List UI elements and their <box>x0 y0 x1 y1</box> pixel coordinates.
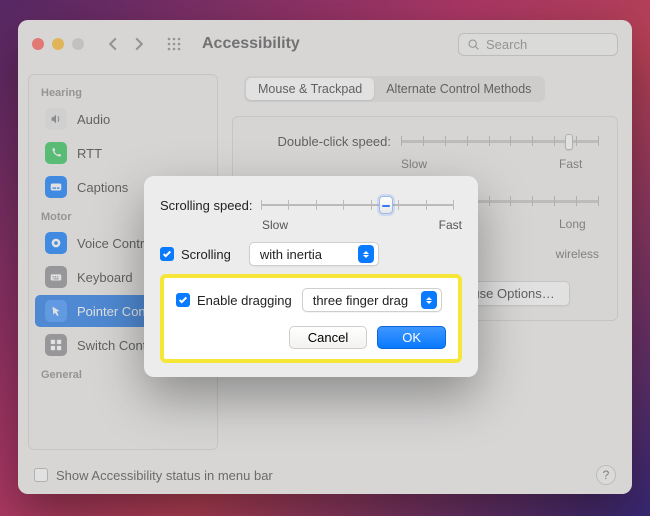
tab-mouse-trackpad[interactable]: Mouse & Trackpad <box>246 78 374 100</box>
sidebar-item-label: Keyboard <box>77 270 133 285</box>
back-button[interactable] <box>106 37 120 51</box>
scrolling-mode-select[interactable]: with inertia <box>249 242 379 266</box>
sidebar-section-hearing: Hearing <box>29 81 217 101</box>
scrolling-checkbox[interactable] <box>160 247 174 261</box>
status-menubar-label: Show Accessibility status in menu bar <box>56 468 273 483</box>
phone-icon <box>45 142 67 164</box>
long-label: Long <box>559 217 599 231</box>
zoom-window-icon[interactable] <box>72 38 84 50</box>
ok-button[interactable]: OK <box>377 326 446 349</box>
close-window-icon[interactable] <box>32 38 44 50</box>
voice-icon <box>45 232 67 254</box>
highlighted-area: Enable dragging three finger drag Cancel… <box>160 274 462 363</box>
sidebar-item-rtt[interactable]: RTT <box>35 137 211 169</box>
forward-button[interactable] <box>132 37 146 51</box>
help-button[interactable]: ? <box>596 465 616 485</box>
cancel-button[interactable]: Cancel <box>289 326 367 349</box>
window-title: Accessibility <box>202 35 300 53</box>
enable-dragging-checkbox[interactable] <box>176 293 190 307</box>
dragging-mode-value: three finger drag <box>313 293 408 308</box>
sidebar-item-label: Captions <box>77 180 128 195</box>
slider-thumb-icon[interactable] <box>379 196 393 214</box>
chevron-updown-icon <box>421 291 437 309</box>
sidebar-item-label: Audio <box>77 112 110 127</box>
window-footer: Show Accessibility status in menu bar ? <box>18 456 632 494</box>
pointer-icon <box>45 300 67 322</box>
trackpad-options-sheet: Scrolling speed: Slow Fast Scrolling wit… <box>144 176 478 377</box>
scrolling-label: Scrolling <box>181 247 231 262</box>
minimize-window-icon[interactable] <box>52 38 64 50</box>
chevron-updown-icon <box>358 245 374 263</box>
show-all-icon[interactable] <box>166 36 182 52</box>
status-menubar-checkbox[interactable] <box>34 468 48 482</box>
slow-label: Slow <box>262 218 288 232</box>
window-toolbar: Accessibility Search <box>18 20 632 68</box>
wireless-label: wireless <box>556 247 599 261</box>
scrolling-speed-label: Scrolling speed: <box>160 198 253 213</box>
tab-alternate-methods[interactable]: Alternate Control Methods <box>374 78 543 100</box>
keyboard-icon <box>45 266 67 288</box>
slow-label: Slow <box>401 157 427 171</box>
fast-label: Fast <box>439 218 462 232</box>
scrolling-mode-value: with inertia <box>260 247 322 262</box>
dragging-mode-select[interactable]: three finger drag <box>302 288 442 312</box>
search-icon <box>467 38 480 51</box>
sidebar-item-audio[interactable]: Audio <box>35 103 211 135</box>
tab-bar: Mouse & Trackpad Alternate Control Metho… <box>244 76 545 102</box>
sidebar-item-label: RTT <box>77 146 102 161</box>
search-field[interactable]: Search <box>458 33 618 56</box>
enable-dragging-label: Enable dragging <box>197 293 292 308</box>
sidebar-item-label: Voice Contro <box>77 236 151 251</box>
captions-icon <box>45 176 67 198</box>
scrolling-speed-slider[interactable] <box>261 194 455 216</box>
double-click-label: Double-click speed: <box>251 134 391 149</box>
search-placeholder: Search <box>486 37 527 52</box>
switch-icon <box>45 334 67 356</box>
double-click-slider[interactable] <box>401 131 599 151</box>
window-controls <box>32 38 84 50</box>
fast-label: Fast <box>559 157 599 171</box>
speaker-icon <box>45 108 67 130</box>
